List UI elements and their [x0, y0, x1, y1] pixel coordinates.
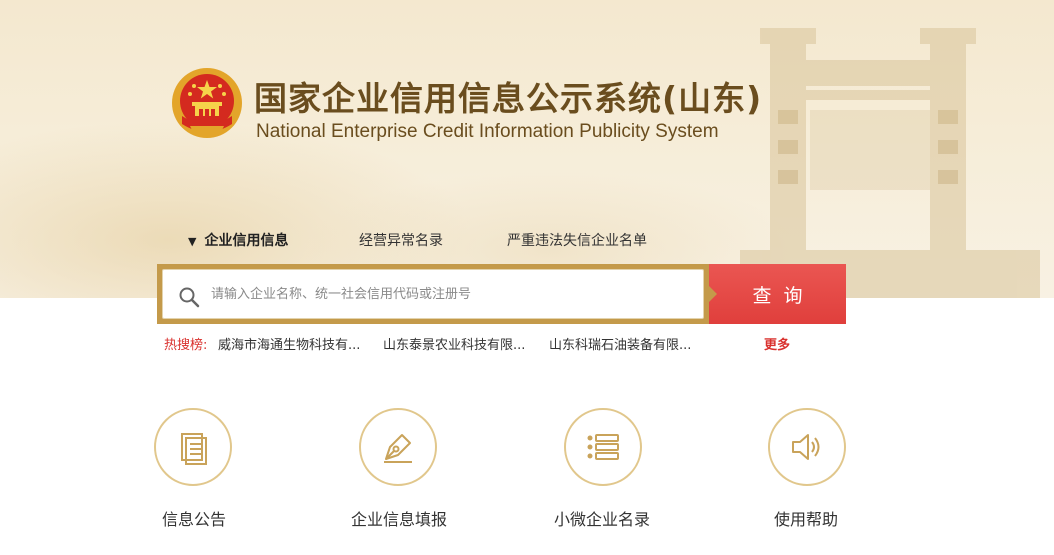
national-emblem-icon — [172, 68, 242, 138]
more-link[interactable]: 更多 — [764, 334, 790, 353]
feature-label: 小微企业名录 — [554, 510, 651, 529]
feature-icon-circle — [359, 408, 437, 486]
site-subtitle: National Enterprise Credit Information P… — [256, 121, 719, 142]
feature-info-report[interactable]: 企业信息填报 — [351, 408, 499, 548]
caret-down-icon: ▼ — [188, 235, 197, 248]
feature-announcement[interactable]: 信息公告 — [154, 408, 294, 548]
feature-help[interactable]: 使用帮助 — [768, 408, 908, 548]
search-button-label: 查询 — [752, 284, 815, 307]
tab-dishonest-list[interactable]: 严重违法失信企业名单 — [507, 230, 647, 250]
site-title: 国家企业信用信息公示系统(山东) — [254, 79, 763, 118]
search-icon — [179, 287, 200, 308]
hero-banner — [0, 0, 1054, 298]
monument-illustration — [740, 28, 1040, 298]
speaker-icon — [792, 434, 820, 460]
tab-label: 严重违法失信企业名单 — [507, 233, 647, 249]
tab-abnormal-list[interactable]: 经营异常名录 — [359, 230, 443, 250]
tab-label: 企业信用信息 — [204, 233, 289, 249]
hot-search-item[interactable]: 威海市海通生物科技有... — [218, 334, 360, 353]
tab-label: 经营异常名录 — [359, 233, 443, 249]
pen-nib-icon — [384, 434, 412, 463]
feature-label: 企业信息填报 — [351, 510, 448, 529]
feature-small-enterprise[interactable]: 小微企业名录 — [554, 408, 704, 548]
list-icon — [587, 434, 619, 460]
search-input[interactable] — [211, 270, 691, 318]
search-box — [162, 269, 704, 319]
feature-icon-circle — [564, 408, 642, 486]
hot-search-item[interactable]: 山东泰景农业科技有限... — [383, 334, 525, 353]
search-bar — [157, 264, 709, 324]
feature-icon-circle — [768, 408, 846, 486]
feature-links: 信息公告 企业信息填报 小微企业名录 使用帮助 — [0, 408, 1054, 548]
feature-label: 信息公告 — [162, 510, 227, 529]
tab-credit-info[interactable]: ▼ 企业信用信息 — [188, 230, 288, 250]
feature-icon-circle — [154, 408, 232, 486]
document-icon — [181, 433, 207, 465]
hot-search-item[interactable]: 山东科瑞石油装备有限... — [549, 334, 691, 353]
hot-search-label: 热搜榜: — [164, 338, 208, 353]
feature-label: 使用帮助 — [774, 510, 839, 529]
search-button[interactable]: 查询 — [709, 264, 846, 324]
